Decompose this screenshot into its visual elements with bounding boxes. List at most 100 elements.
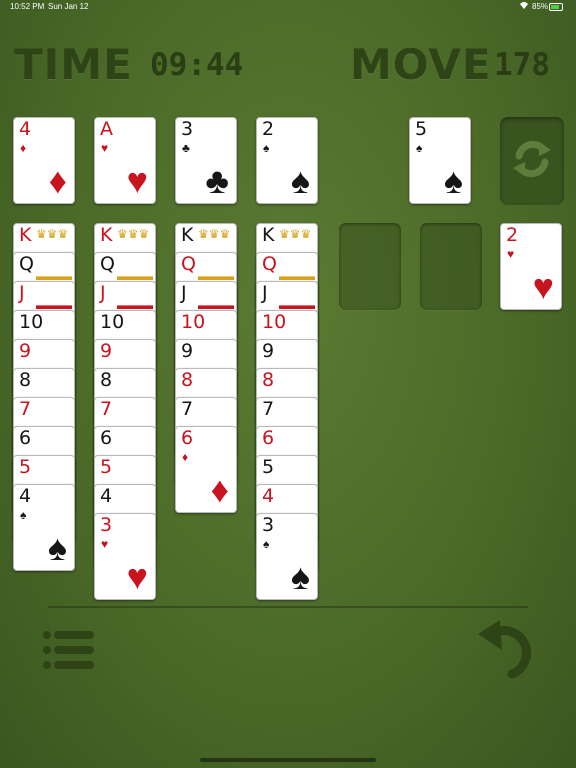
card-suit-small: ♥ [101,537,109,551]
crown-icon: ♛♛♛ [198,227,231,241]
card-rank: 4 [19,485,32,507]
card-rank: 10 [19,311,44,333]
card-rank: 6 [262,427,275,449]
card-rank: 8 [262,369,275,391]
card-rank: K [100,224,113,246]
card-rank: 9 [262,340,275,362]
card-rank: 5 [100,456,113,478]
card-suit-small: ♦ [182,450,189,464]
card-suit-small: ♥ [507,247,515,261]
card-rank: 7 [181,398,194,420]
card-rank: 5 [262,456,275,478]
recycle-icon [509,136,555,187]
move-value: 178 [494,47,550,83]
tableau-card[interactable]: 3 ♥ ♥ [94,513,156,600]
card-suit-large: ♥ [126,160,148,201]
foundation-card-4[interactable]: 2 ♠ ♠ [256,117,318,204]
battery-percent: 85% [532,2,549,11]
free-cell-card[interactable]: 2 ♥ ♥ [500,223,562,310]
card-rank: Q [181,253,196,275]
time-label: TIME [14,40,133,89]
card-rank: 3 [100,514,113,536]
card-rank: J [100,282,106,304]
card-rank: J [19,282,25,304]
waste-card[interactable]: 5 ♠ ♠ [409,117,471,204]
card-rank: 4 [262,485,275,507]
free-cell-slot-1[interactable] [339,223,401,310]
move-label: MOVE [350,40,492,89]
tableau-card[interactable]: 4 ♠ ♠ [13,484,75,571]
card-rank: 2 [506,224,519,246]
card-rank: 5 [19,456,32,478]
card-suit-small: ♥ [101,141,109,155]
card-suit-large: ♠ [290,556,310,597]
card-rank: 10 [100,311,125,333]
card-rank: 4 [19,118,32,140]
card-suit-small: ♦ [20,141,27,155]
card-rank: 4 [100,485,113,507]
status-date: Sun Jan 12 [48,2,89,11]
card-rank: K [181,224,194,246]
card-rank: 5 [415,118,428,140]
crown-icon: ♛♛♛ [117,227,150,241]
card-rank: J [262,282,268,304]
recycle-button[interactable] [500,117,564,205]
card-suit-small: ♠ [263,537,270,551]
status-bar: 10:52 PM Sun Jan 12 85% [0,0,576,13]
card-rank: Q [19,253,34,275]
card-rank: Q [100,253,115,275]
wifi-icon [519,1,529,12]
card-rank: 6 [19,427,32,449]
card-rank: 3 [262,514,275,536]
card-suit-large: ♥ [126,556,148,597]
card-rank: 9 [19,340,32,362]
card-rank: Q [262,253,277,275]
undo-button[interactable] [474,618,540,680]
card-suit-small: ♠ [416,141,423,155]
card-suit-large: ♥ [532,266,554,307]
card-suit-large: ♦ [210,469,229,510]
card-suit-small: ♣ [182,141,190,155]
free-cell-slot-2[interactable] [420,223,482,310]
card-rank: 10 [262,311,287,333]
card-rank: 6 [100,427,113,449]
card-suit-large: ♠ [290,160,310,201]
card-rank: 6 [181,427,194,449]
card-rank: 7 [100,398,113,420]
crown-icon: ♛♛♛ [36,227,69,241]
undo-icon [474,620,540,684]
card-rank: K [262,224,275,246]
card-rank: K [19,224,32,246]
tableau-card[interactable]: 3 ♠ ♠ [256,513,318,600]
menu-button[interactable] [40,628,96,676]
card-suit-large: ♣ [205,160,229,201]
card-suit-small: ♠ [263,141,270,155]
time-value: 09:44 [150,47,244,83]
foundation-card-1[interactable]: 4 ♦ ♦ [13,117,75,204]
tableau-card[interactable]: 6 ♦ ♦ [175,426,237,513]
card-rank: 10 [181,311,206,333]
home-indicator [200,758,376,762]
card-suit-small: ♠ [20,508,27,522]
foundation-card-2[interactable]: A ♥ ♥ [94,117,156,204]
card-rank: 7 [262,398,275,420]
status-time: 10:52 PM [10,2,45,11]
crown-icon: ♛♛♛ [279,227,312,241]
card-suit-large: ♦ [48,160,67,201]
battery-icon [549,3,563,11]
card-rank: A [100,118,113,140]
card-suit-large: ♠ [443,160,463,201]
card-rank: J [181,282,187,304]
menu-list-icon [40,631,96,680]
card-rank: 8 [181,369,194,391]
card-rank: 2 [262,118,275,140]
card-rank: 8 [100,369,113,391]
card-suit-large: ♠ [47,527,67,568]
card-rank: 9 [100,340,113,362]
card-rank: 8 [19,369,32,391]
card-rank: 9 [181,340,194,362]
foundation-card-3[interactable]: 3 ♣ ♣ [175,117,237,204]
card-rank: 3 [181,118,194,140]
divider [48,606,528,608]
card-rank: 7 [19,398,32,420]
